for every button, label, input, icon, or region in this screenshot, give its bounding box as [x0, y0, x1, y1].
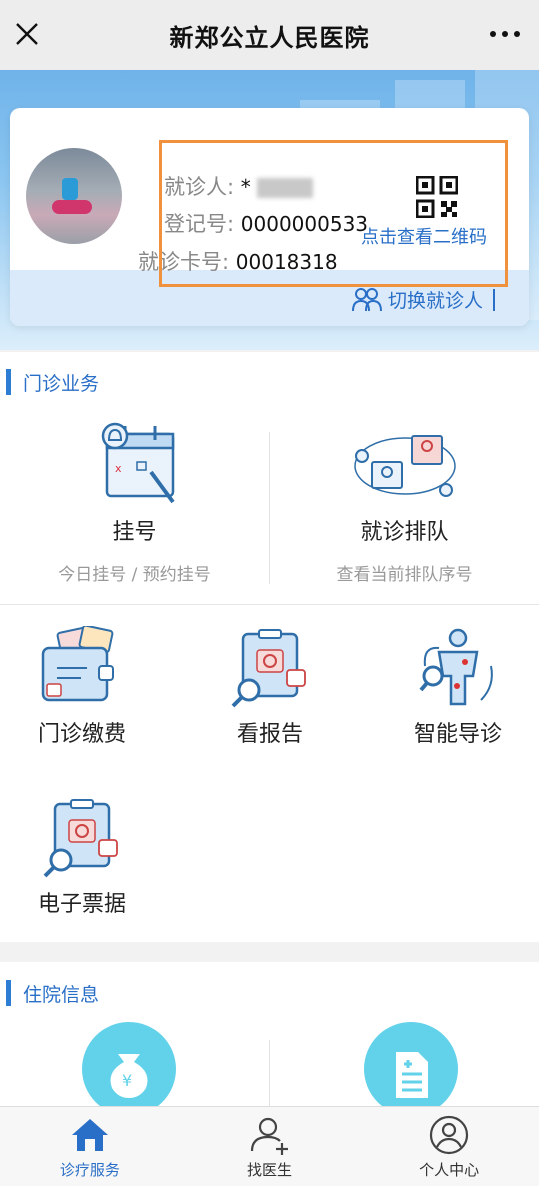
tab-personal-center-label: 个人中心 [419, 1161, 480, 1179]
e-receipt-button[interactable]: 电子票据 [2, 796, 162, 918]
register-label: 挂号 [112, 520, 157, 545]
tab-find-doctor[interactable]: 找医生 [180, 1107, 360, 1186]
user-center-icon [430, 1115, 469, 1155]
tab-medical-service-label: 诊疗服务 [59, 1161, 120, 1179]
add-doctor-icon [250, 1117, 288, 1155]
register-button[interactable]: x 挂号 今日挂号 / 预约挂号 [0, 416, 269, 585]
view-report-button[interactable]: 看报告 [190, 626, 350, 748]
switch-patient-button[interactable]: 切换就诊人 [352, 286, 496, 313]
outpatient-payment-button[interactable]: 门诊缴费 [2, 624, 162, 748]
wallet-icon [37, 624, 127, 710]
bottom-tab-bar: 诊疗服务 找医生 个人中心 [0, 1106, 539, 1186]
avatar [26, 148, 122, 244]
page-title: 新郑公立人民医院 [169, 23, 370, 52]
deposit-icon[interactable]: ¥ [82, 1022, 176, 1106]
tab-medical-service[interactable]: 诊疗服务 [0, 1107, 180, 1186]
inpatient-title-text: 住院信息 [23, 983, 100, 1006]
e-receipt-label: 电子票据 [37, 892, 126, 917]
home-icon [71, 1119, 108, 1151]
register-sub: 今日挂号 / 预约挂号 [58, 565, 211, 585]
queue-button[interactable]: 就诊排队 查看当前排队序号 [270, 416, 539, 585]
queue-sub: 查看当前排队序号 [336, 565, 473, 585]
svg-text:¥: ¥ [122, 1071, 132, 1090]
outpatient-payment-label: 门诊缴费 [37, 722, 126, 747]
calendar-bell-icon: x [85, 416, 185, 508]
view-report-label: 看报告 [236, 722, 303, 747]
switch-patient-label: 切换就诊人 [388, 290, 484, 312]
outpatient-title-text: 门诊业务 [23, 372, 100, 395]
divider [269, 1040, 270, 1106]
tab-personal-center[interactable]: 个人中心 [359, 1107, 539, 1186]
smart-guide-button[interactable]: 智能导诊 [378, 626, 538, 748]
inpatient-list-icon[interactable] [364, 1022, 458, 1106]
svg-text:x: x [115, 462, 122, 475]
inpatient-title: 住院信息 [0, 977, 99, 1009]
queue-label: 就诊排队 [360, 520, 449, 545]
top-nav-bar: 新郑公立人民医院 [0, 0, 539, 70]
receipt-icon [37, 796, 127, 880]
divider [0, 604, 539, 605]
tab-find-doctor-label: 找医生 [247, 1161, 293, 1179]
queue-icon [350, 416, 460, 508]
more-icon[interactable] [485, 17, 525, 51]
report-icon [225, 626, 315, 710]
people-icon [352, 287, 382, 311]
close-icon[interactable] [10, 17, 44, 51]
highlight-box [159, 140, 508, 287]
smart-guide-label: 智能导诊 [413, 722, 502, 747]
outpatient-title: 门诊业务 [0, 366, 99, 398]
body-guide-icon [413, 626, 503, 710]
